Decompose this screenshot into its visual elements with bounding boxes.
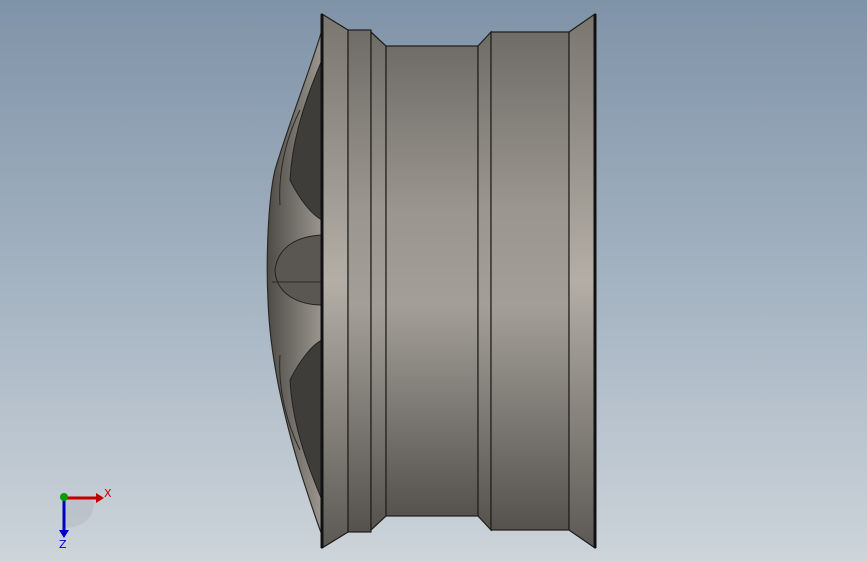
hump-right [477,30,492,532]
graphics-viewport[interactable]: X Z [0,0,867,562]
hump-left [370,30,387,532]
bead-seat-right [490,31,570,531]
x-axis-label: X [104,487,112,500]
wheel-rim-model[interactable] [0,0,867,562]
outer-flange-left [321,12,349,550]
triad-shadow [64,495,94,528]
z-axis-arrow [59,530,69,538]
x-axis-arrow [96,493,104,503]
outer-flange-right [568,12,596,550]
y-axis-dot [60,493,68,501]
bead-seat-left [347,29,372,533]
z-axis-label: Z [59,538,67,550]
drop-center [385,45,479,517]
coordinate-triad[interactable]: X Z [40,480,120,550]
